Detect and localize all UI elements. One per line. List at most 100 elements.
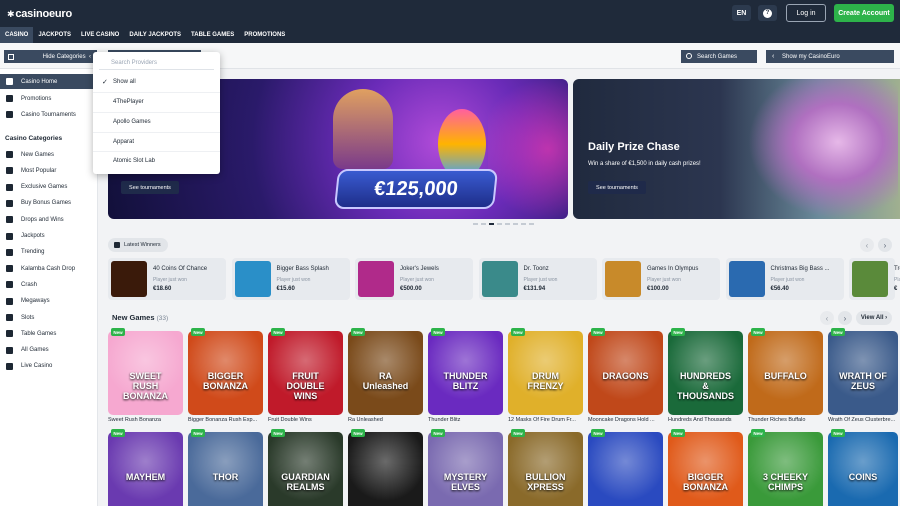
game-tile[interactable]: RA Unleashed bbox=[348, 331, 423, 415]
games-prev-button[interactable]: ‹ bbox=[820, 311, 834, 325]
carousel-dot[interactable] bbox=[497, 223, 502, 225]
winner-card[interactable]: Bigger Bass Splash Player just won €15.60 bbox=[231, 258, 350, 300]
search-games-button[interactable]: Search Games bbox=[681, 50, 757, 63]
game-tile[interactable]: DRAGONS bbox=[588, 331, 663, 415]
sidebar-item-category[interactable]: Crash bbox=[0, 277, 98, 292]
game-name[interactable]: Wrath Of Zeus Clusterbre... bbox=[828, 417, 898, 423]
help-button[interactable]: ? bbox=[758, 5, 777, 21]
game-art-title: BULLION XPRESS bbox=[525, 472, 566, 492]
sidebar-item-category[interactable]: Kalamba Cash Drop bbox=[0, 261, 98, 276]
sidebar-item-category[interactable]: New Games bbox=[0, 147, 98, 162]
sidebar-item-category[interactable]: Trending bbox=[0, 245, 98, 260]
game-tile[interactable]: HUNDREDS & THOUSANDS bbox=[668, 331, 743, 415]
show-my-casinoeuro-button[interactable]: ‹ Show my CasinoEuro bbox=[766, 50, 894, 63]
game-tile[interactable]: GUARDIAN REALMS bbox=[268, 432, 343, 506]
tab-live-casino[interactable]: LIVE CASINO bbox=[76, 27, 124, 43]
game-name[interactable]: Bigger Bonanza Rush Exp... bbox=[188, 417, 263, 423]
game-tile[interactable] bbox=[348, 432, 423, 506]
daily-prize-chase-banner[interactable]: Daily Prize Chase Win a share of €1,500 … bbox=[573, 79, 900, 219]
sidebar-item-category[interactable]: Buy Bonus Games bbox=[0, 196, 98, 211]
winner-card[interactable]: 40 Coins Of Chance Player just won €18.60 bbox=[108, 258, 226, 300]
sidebar-item-category[interactable]: Jackpots bbox=[0, 229, 98, 244]
winner-card[interactable]: Dr. Toonz Player just won €131.94 bbox=[478, 258, 597, 300]
provider-option[interactable]: Apparat bbox=[93, 132, 220, 150]
carousel-dot[interactable] bbox=[513, 223, 518, 225]
game-tile[interactable]: WRATH OF ZEUS bbox=[828, 331, 898, 415]
game-tile[interactable]: SWEET RUSH BONANZA bbox=[108, 331, 183, 415]
hide-categories-button[interactable]: Hide Categories ‹ bbox=[4, 50, 97, 63]
sidebar-item-casino-tournaments[interactable]: Casino Tournaments bbox=[0, 107, 98, 122]
game-tile[interactable]: BULLION XPRESS bbox=[508, 432, 583, 506]
game-tile[interactable]: MYSTERY ELVES bbox=[428, 432, 503, 506]
winners-next-button[interactable]: › bbox=[878, 238, 892, 252]
table-icon bbox=[6, 330, 13, 338]
carousel-dot[interactable] bbox=[473, 223, 478, 225]
language-button[interactable]: EN bbox=[732, 5, 751, 21]
game-tile[interactable]: THOR bbox=[188, 432, 263, 506]
sidebar-item-category[interactable]: Slots bbox=[0, 310, 98, 325]
winner-card[interactable]: Christmas Big Bass ... Player just won €56… bbox=[725, 258, 844, 300]
sidebar-item-category[interactable]: Megaways bbox=[0, 294, 98, 309]
create-account-button[interactable]: Create Account bbox=[834, 4, 894, 22]
provider-option[interactable]: 4ThePlayer bbox=[93, 92, 220, 110]
game-name[interactable]: Thunder Riches Buffalo bbox=[748, 417, 823, 423]
carousel-dot[interactable] bbox=[505, 223, 510, 225]
login-button[interactable]: Log in bbox=[786, 4, 826, 22]
game-tile[interactable]: BIGGER BONANZA bbox=[668, 432, 743, 506]
sidebar-item-category[interactable]: All Games bbox=[0, 343, 98, 358]
game-tile[interactable]: 3 CHEEKY CHIMPS bbox=[748, 432, 823, 506]
sidebar-item-category[interactable]: Exclusive Games bbox=[0, 180, 98, 195]
casinoeuro-logo[interactable]: ✱ casinoeuro bbox=[7, 8, 72, 20]
provider-option[interactable]: Atomic Slot Lab bbox=[93, 151, 220, 169]
game-tile[interactable]: COINS bbox=[828, 432, 898, 506]
game-tile[interactable]: MAYHEM bbox=[108, 432, 183, 506]
provider-option-show-all[interactable]: ✓ Show all bbox=[93, 73, 220, 91]
carousel-dot[interactable] bbox=[529, 223, 534, 225]
game-name[interactable]: 12 Masks Of Fire Drum Fr... bbox=[508, 417, 583, 423]
star-icon bbox=[6, 151, 13, 158]
sidebar-item-category[interactable]: Most Popular bbox=[0, 163, 98, 178]
winner-card[interactable]: Joker's Jewels Player just won €500.00 bbox=[355, 258, 473, 300]
provider-option[interactable]: Apollo Games bbox=[93, 112, 220, 130]
new-badge: New bbox=[111, 429, 125, 437]
sidebar-item-category[interactable]: Live Casino bbox=[0, 359, 98, 374]
tab-table-games[interactable]: TABLE GAMES bbox=[186, 27, 239, 43]
winners-prev-button[interactable]: ‹ bbox=[860, 238, 874, 252]
tab-jackpots[interactable]: JACKPOTS bbox=[33, 27, 76, 43]
sidebar-item-category[interactable]: Drops and Wins bbox=[0, 212, 98, 227]
chevron-right-icon: › bbox=[843, 313, 847, 323]
game-tile[interactable] bbox=[588, 432, 663, 506]
game-art-title: SWEET RUSH BONANZA bbox=[123, 371, 168, 401]
winner-amount: €18.60 bbox=[153, 286, 172, 292]
tab-daily-jackpots[interactable]: DAILY JACKPOTS bbox=[124, 27, 186, 43]
tab-casino[interactable]: CASINO bbox=[0, 27, 34, 43]
game-tile[interactable]: DRUM FRENZY bbox=[508, 331, 583, 415]
sidebar-item-casino-home[interactable]: Casino Home bbox=[0, 74, 98, 89]
game-tile[interactable]: FRUIT DOUBLE WINS bbox=[268, 331, 343, 415]
game-name[interactable]: Mooncake Dragons Hold ... bbox=[588, 417, 663, 423]
see-tournaments-button[interactable]: See tournaments bbox=[588, 181, 646, 194]
game-name[interactable]: Sweet Rush Bonanza bbox=[108, 417, 183, 423]
sidebar-item-promotions[interactable]: Promotions bbox=[0, 91, 98, 106]
game-tile[interactable]: BIGGER BONANZA bbox=[188, 331, 263, 415]
see-tournaments-button[interactable]: See tournaments bbox=[121, 181, 179, 194]
sidebar-item-category[interactable]: Table Games bbox=[0, 326, 98, 341]
game-art-title: MYSTERY ELVES bbox=[443, 472, 488, 492]
winner-card[interactable]: Games In Olympus Player just won €100.00 bbox=[602, 258, 720, 300]
game-name[interactable]: Hundreds And Thousands bbox=[668, 417, 743, 423]
game-name[interactable]: Thunder Blitz bbox=[428, 417, 503, 423]
carousel-dot[interactable] bbox=[521, 223, 526, 225]
game-name[interactable]: Fruit Double Wins bbox=[268, 417, 343, 423]
view-all-button[interactable]: View All › bbox=[856, 311, 892, 325]
games-next-button[interactable]: › bbox=[838, 311, 852, 325]
game-name[interactable]: Ra Unleashed bbox=[348, 417, 423, 423]
winner-card[interactable]: Tro Player just won € bbox=[849, 258, 900, 300]
game-tile[interactable]: BUFFALO bbox=[748, 331, 823, 415]
game-tile[interactable]: THUNDER BLITZ bbox=[428, 331, 503, 415]
carousel-dot-active[interactable] bbox=[489, 223, 494, 225]
search-providers-input[interactable]: Search Providers bbox=[99, 56, 214, 70]
tab-promotions[interactable]: PROMOTIONS bbox=[239, 27, 290, 43]
carousel-dot[interactable] bbox=[481, 223, 486, 225]
winner-note: Player just won bbox=[153, 277, 187, 283]
winner-game-name: Christmas Big Bass ... bbox=[770, 266, 830, 272]
